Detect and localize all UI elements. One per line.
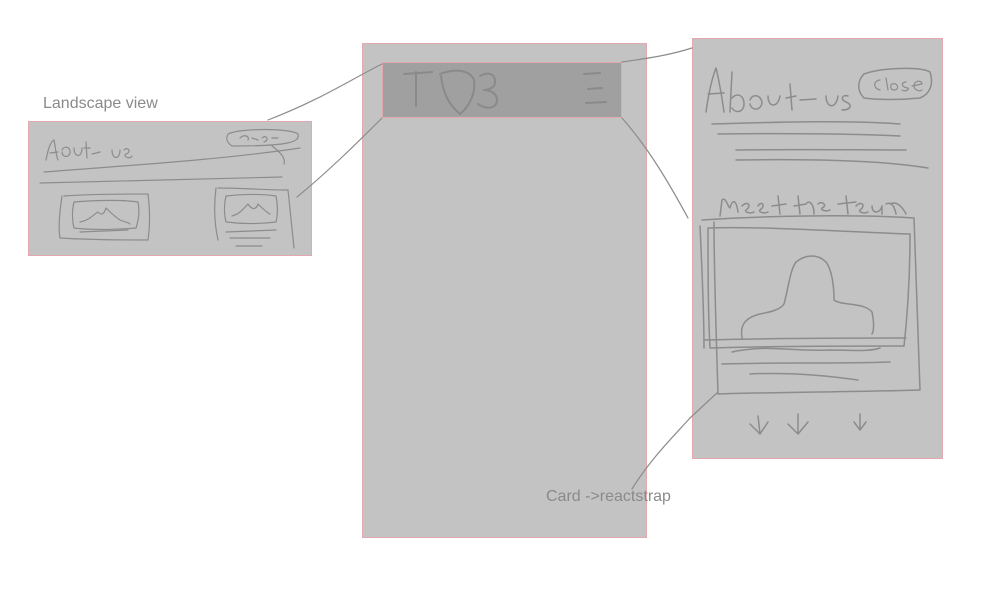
down-arrow-icon <box>853 413 867 431</box>
modal-close-button <box>858 67 933 101</box>
down-arrow-icon <box>749 415 769 435</box>
navbar-contents <box>403 69 607 115</box>
landscape-card-left <box>58 193 151 241</box>
landscape-close-button <box>226 128 299 165</box>
landscape-contents <box>39 128 301 249</box>
modal-team-card <box>699 215 921 395</box>
wireframe-sketch-overlay <box>39 47 933 490</box>
connector-lines <box>267 47 719 490</box>
modal-heading-underline <box>711 120 901 125</box>
connector-navbar-to-modal-top <box>621 47 693 63</box>
landscape-card-right <box>214 187 295 249</box>
logo-number-3 <box>477 72 498 109</box>
connector-card-note <box>631 391 719 490</box>
modal-text-line-3 <box>735 158 929 169</box>
image-placeholder-icon <box>231 203 271 217</box>
connector-navbar-to-landscape-card <box>296 117 383 198</box>
logo-letter-t <box>403 71 433 107</box>
landscape-about-us-heading <box>45 139 133 161</box>
modal-about-us-heading <box>705 67 851 113</box>
landscape-heading-underline <box>43 147 301 173</box>
modal-text-line-1 <box>717 132 901 137</box>
modal-meet-the-team-heading <box>719 195 907 217</box>
landscape-view-label: Landscape view <box>43 95 158 112</box>
image-placeholder-icon <box>79 207 131 225</box>
down-arrow-icon <box>787 413 809 435</box>
landscape-divider <box>39 176 283 184</box>
connector-navbar-to-modal-team <box>621 117 689 219</box>
card-reactstrap-note: Card ->reactstrap <box>546 488 671 505</box>
modal-contents <box>699 67 933 435</box>
wireframe-canvas: Landscape view Card ->reactstrap <box>0 0 1000 600</box>
image-placeholder-icon <box>740 255 875 339</box>
logo-shield-icon <box>439 69 476 115</box>
connector-navbar-to-landscape <box>267 63 383 121</box>
hamburger-menu-icon <box>583 72 607 104</box>
